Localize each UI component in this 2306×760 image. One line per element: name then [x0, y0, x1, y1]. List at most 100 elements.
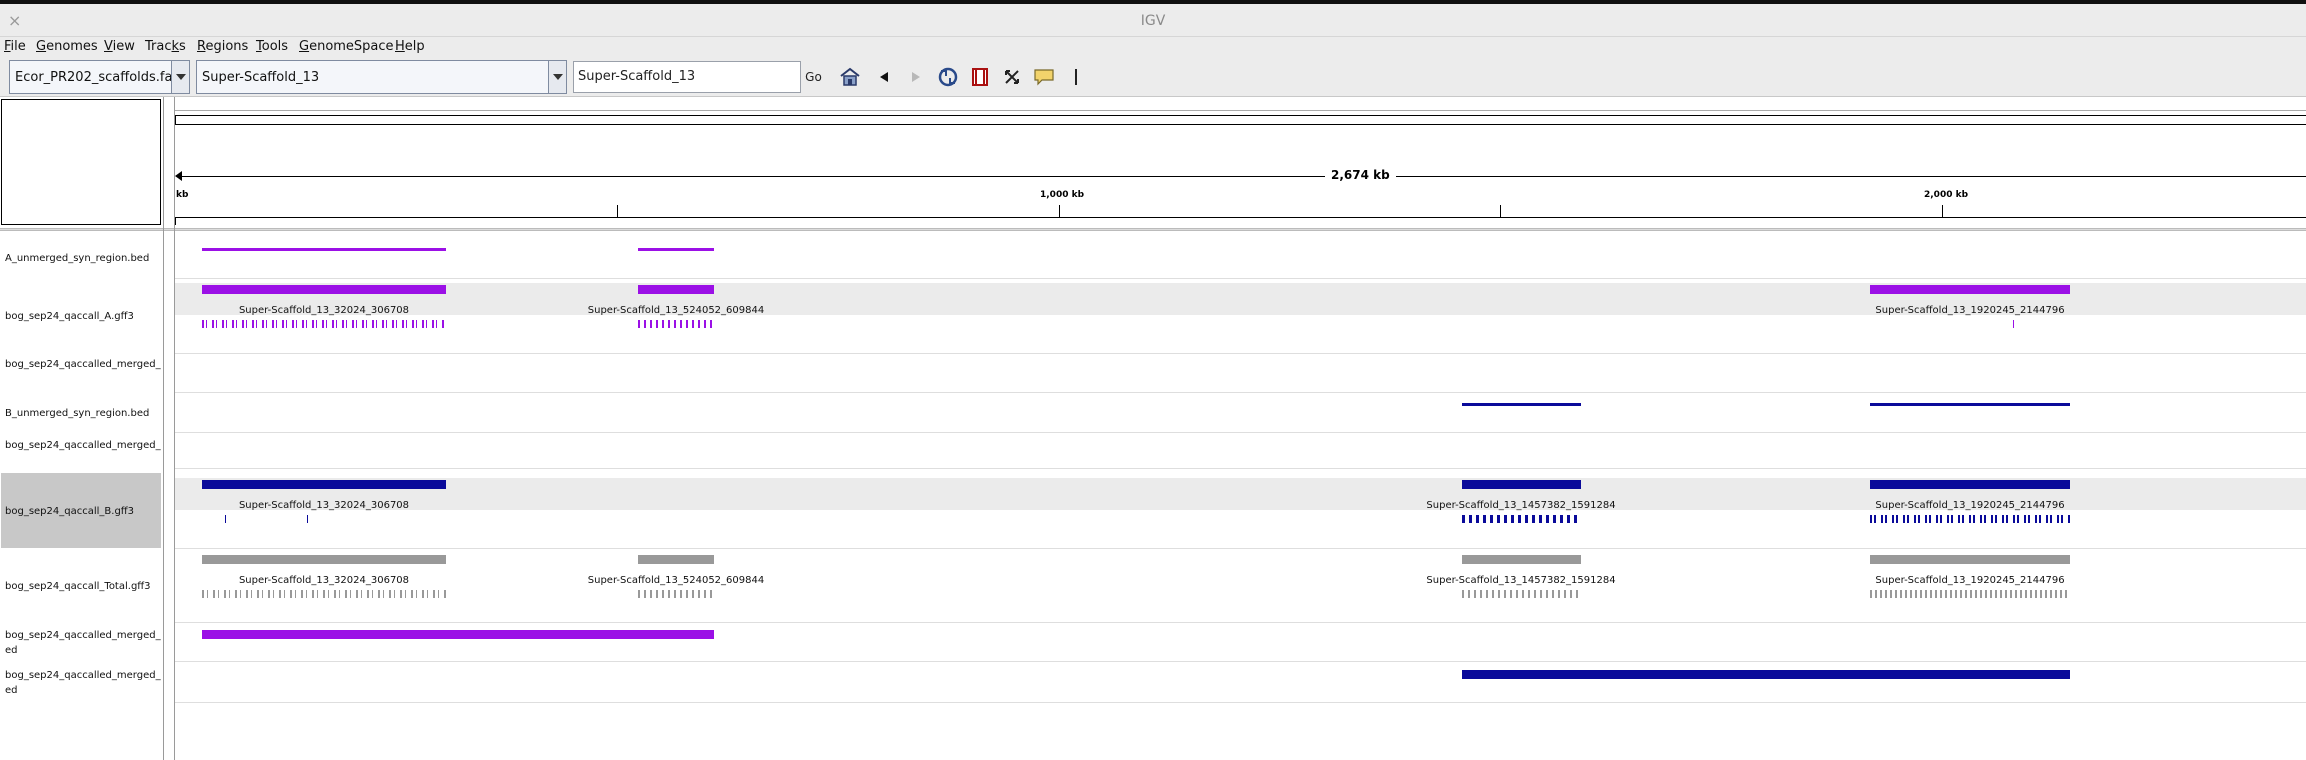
gene-feature[interactable] [202, 555, 446, 564]
exon-track[interactable] [638, 590, 714, 598]
genome-value: Ecor_PR202_scaffolds.fa [15, 69, 171, 85]
exon-track[interactable] [307, 515, 308, 523]
feature-label: Super-Scaffold_13_1457382_1591284 [1426, 500, 1616, 511]
menu-file[interactable]: File [4, 39, 26, 54]
feature-label: Super-Scaffold_13_32024_306708 [238, 575, 410, 586]
exon-track[interactable] [638, 320, 714, 328]
ruler-tick-label-2000kb: 2,000 kb [1924, 190, 1969, 200]
line-cursor-icon[interactable] [1065, 66, 1087, 88]
ruler-tick [617, 205, 618, 217]
chromosome-ideogram[interactable] [175, 115, 2306, 125]
menu-bar: File Genomes View Tracks Regions Tools G… [0, 37, 2306, 58]
exon-track[interactable] [1462, 590, 1581, 598]
attribute-name-box [1, 99, 161, 225]
gene-feature[interactable] [638, 555, 714, 564]
ruler-span-line [181, 176, 2306, 177]
exon-track[interactable] [1462, 515, 1581, 523]
gene-feature[interactable] [1462, 480, 1581, 489]
feature-label: Super-Scaffold_13_32024_306708 [238, 500, 410, 511]
ruler-tick [1500, 205, 1501, 217]
forward-icon[interactable] [905, 66, 927, 88]
track-row-divider [175, 622, 2306, 623]
chromosome-value: Super-Scaffold_13 [202, 69, 320, 85]
track-row-divider [175, 468, 2306, 469]
track-name-b-gff3[interactable]: bog_sep24_qaccall_B.gff3 [5, 504, 163, 519]
exon-track[interactable] [1870, 515, 2070, 523]
track-name-b-unmerged-bed[interactable]: B_unmerged_syn_region.bed [5, 406, 163, 421]
ruler-tick [1942, 205, 1943, 217]
back-icon[interactable] [873, 66, 895, 88]
exon-track[interactable] [202, 590, 446, 598]
roi-icon[interactable] [969, 66, 991, 88]
ruler-left-arrow-icon [175, 171, 182, 181]
menu-regions[interactable]: Regions [197, 39, 248, 54]
gene-feature[interactable] [202, 285, 446, 294]
gene-feature[interactable] [1870, 555, 2070, 564]
feature-label: Super-Scaffold_13_524052_609844 [587, 575, 765, 586]
menu-genomes[interactable]: Genomes [36, 39, 98, 54]
feature-label: Super-Scaffold_13_32024_306708 [238, 305, 410, 316]
exon-track[interactable] [1870, 590, 2070, 598]
track-row-divider [175, 353, 2306, 354]
track-name-merged-3[interactable]: bog_sep24_qaccalled_merged_ ed [5, 628, 163, 658]
toolbar: Ecor_PR202_scaffolds.fa Super-Scaffold_1… [0, 58, 2306, 97]
track-row-divider [175, 702, 2306, 703]
gene-feature[interactable] [1462, 555, 1581, 564]
chromosome-dropdown[interactable]: Super-Scaffold_13 [196, 60, 567, 94]
bed-feature[interactable] [1870, 403, 2070, 406]
gene-feature[interactable] [1870, 480, 2070, 489]
track-name-total-gff3[interactable]: bog_sep24_qaccall_Total.gff3 [5, 579, 163, 594]
track-name-a-gff3[interactable]: bog_sep24_qaccall_A.gff3 [5, 309, 163, 324]
feature-label: Super-Scaffold_13_1920245_2144796 [1875, 575, 2065, 586]
track-row-divider [175, 392, 2306, 393]
genome-dropdown[interactable]: Ecor_PR202_scaffolds.fa [9, 60, 190, 94]
track-name-merged-2[interactable]: bog_sep24_qaccalled_merged_ [5, 438, 163, 453]
chevron-down-icon[interactable] [171, 61, 189, 93]
igv-window: × IGV File Genomes View Tracks Regions T… [0, 0, 2306, 760]
ruler-span-label: 2,674 kb [1325, 168, 1396, 182]
track-row-divider [175, 432, 2306, 433]
feature-label: Super-Scaffold_13_1920245_2144796 [1875, 500, 2065, 511]
track-name-a-unmerged-bed[interactable]: A_unmerged_syn_region.bed [5, 251, 163, 266]
menu-tools[interactable]: Tools [256, 39, 288, 54]
merged-bed-feature[interactable] [1462, 670, 2070, 679]
exon-track[interactable] [2013, 320, 2014, 328]
menu-genomespace[interactable]: GenomeSpace [299, 39, 394, 54]
track-row-divider [175, 278, 2306, 279]
go-button[interactable]: Go [801, 61, 826, 93]
chevron-down-icon[interactable] [548, 61, 566, 93]
merged-bed-feature[interactable] [202, 630, 714, 639]
track-name-merged-1[interactable]: bog_sep24_qaccalled_merged_ [5, 357, 163, 372]
menu-help[interactable]: Help [395, 39, 425, 54]
refresh-icon[interactable] [937, 66, 959, 88]
menu-tracks[interactable]: Tracks [145, 39, 186, 54]
ruler-tick-label-1000kb: 1,000 kb [1040, 190, 1085, 200]
locus-search-input[interactable]: Super-Scaffold_13 [573, 61, 801, 93]
title-bar: × IGV [0, 4, 2306, 37]
ruler-left-edge [175, 217, 176, 225]
home-icon[interactable] [839, 66, 861, 88]
exon-track[interactable] [202, 320, 446, 328]
panel-splitter[interactable] [0, 228, 2306, 231]
ruler-tick-label-start: kb [176, 190, 189, 200]
track-name-merged-4[interactable]: bog_sep24_qaccalled_merged_ ed [5, 668, 163, 698]
feature-label: Super-Scaffold_13_1457382_1591284 [1426, 575, 1616, 586]
gene-feature[interactable] [638, 285, 714, 294]
bed-feature[interactable] [1462, 403, 1581, 406]
ruler-axis [175, 217, 2306, 218]
bed-feature[interactable] [638, 248, 714, 251]
name-panel-divider[interactable] [163, 97, 164, 760]
menu-view[interactable]: View [104, 39, 135, 54]
window-title: IGV [1140, 13, 1166, 29]
track-row-divider [175, 661, 2306, 662]
gene-feature[interactable] [202, 480, 446, 489]
popup-info-icon[interactable] [1033, 66, 1055, 88]
feature-label: Super-Scaffold_13_524052_609844 [587, 305, 765, 316]
feature-label: Super-Scaffold_13_1920245_2144796 [1875, 305, 2065, 316]
ruler-top-line [175, 110, 2306, 111]
ruler-tick [1059, 205, 1060, 217]
exon-track[interactable] [225, 515, 226, 523]
bed-feature[interactable] [202, 248, 446, 251]
resize-icon[interactable] [1001, 66, 1023, 88]
gene-feature[interactable] [1870, 285, 2070, 294]
